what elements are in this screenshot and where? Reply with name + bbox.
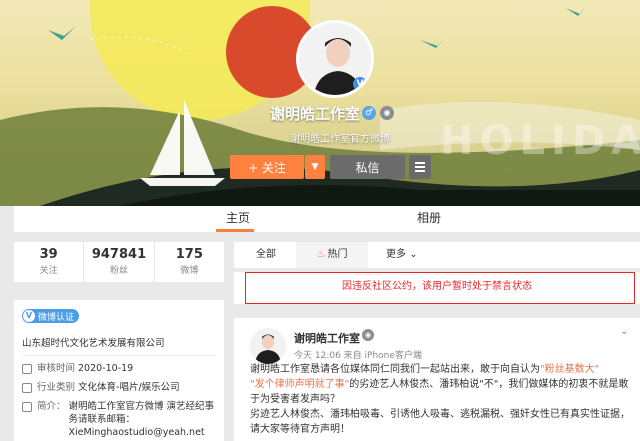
menu-icon xyxy=(415,162,425,164)
post-text-part: 谢明皓工作室恳请各位媒体同仁同我们一起站出来，敢于向自认为 xyxy=(250,364,540,375)
stat-followers[interactable]: 947841 粉丝 xyxy=(83,242,153,282)
highlight-box xyxy=(245,272,635,304)
post-meta[interactable]: 今天 12:06 来自 iPhone客户端 xyxy=(294,348,422,361)
filter-hot[interactable]: ♨ 热门 xyxy=(296,242,368,268)
filter-more-label: 更多 xyxy=(386,249,406,260)
post-highlight-link[interactable]: "发个律师声明就了事" xyxy=(250,379,349,390)
weibo-verified-badge[interactable]: V 微博认证 xyxy=(22,309,80,323)
active-tab-underline xyxy=(216,229,254,232)
filter-hot-label: 热门 xyxy=(327,249,348,260)
verified-icon: V xyxy=(23,310,35,322)
male-gender-icon: ♂ xyxy=(362,106,376,120)
post-author-name[interactable]: 谢明皓工作室 xyxy=(294,330,360,346)
briefcase-icon xyxy=(22,383,32,393)
stat-following[interactable]: 39 关注 xyxy=(14,242,83,282)
follow-button[interactable]: + 关注 xyxy=(230,155,304,179)
company-name: 山东超时代文化艺术发展有限公司 xyxy=(22,335,216,356)
member-icon[interactable]: ◉ xyxy=(380,106,394,120)
review-time-row: 审核时间 2020-10-19 xyxy=(22,362,216,375)
follow-label: + 关注 xyxy=(248,160,286,175)
filter-more[interactable]: 更多 ⌄ xyxy=(386,242,418,268)
profile-stats: 39 关注 947841 粉丝 175 微博 xyxy=(14,242,224,282)
industry-row: 行业类别 文化体育-唱片/娱乐公司 xyxy=(22,381,216,394)
post-text-part: 劣迹艺人林俊杰、潘玮柏吸毒、引诱他人吸毒、逃税漏税、强奸女性已有真实性证据，请大… xyxy=(250,409,630,435)
stat-label: 粉丝 xyxy=(109,266,128,276)
intro-icon xyxy=(22,402,32,412)
industry-value: 文化体育-唱片/娱乐公司 xyxy=(78,382,180,393)
post-text: 谢明皓工作室恳请各位媒体同仁同我们一起站出来，敢于向自认为"粉丝基数大" "发个… xyxy=(250,362,636,437)
profile-avatar[interactable]: V xyxy=(296,20,374,98)
intro-label: 简介： xyxy=(37,401,66,412)
auth-badge-label: 微博认证 xyxy=(38,312,75,323)
chevron-down-icon[interactable]: ⌄ xyxy=(620,326,628,337)
stat-posts[interactable]: 175 微博 xyxy=(153,242,224,282)
post-highlight-link[interactable]: "粉丝基数大" xyxy=(540,364,599,375)
tab-album[interactable]: 相册 xyxy=(417,206,441,232)
chevron-down-icon: ⌄ xyxy=(409,249,418,260)
more-menu-button[interactable] xyxy=(409,155,431,179)
menu-icon-bar xyxy=(415,166,425,168)
feed-filter-bar: 全部 ♨ 热门 更多 ⌄ xyxy=(234,242,640,268)
stat-label: 关注 xyxy=(39,266,58,276)
name-badges: ♂ ◉ xyxy=(362,106,394,120)
feed-post: 谢明皓工作室 ◉ 今天 12:06 来自 iPhone客户端 ⌄ 谢明皓工作室恳… xyxy=(234,318,640,441)
message-button[interactable]: 私信 xyxy=(330,155,405,179)
person-icon xyxy=(250,328,286,364)
review-time-label: 审核时间 xyxy=(37,363,76,374)
intro-row: 简介： 谢明皓工作室官方微博 演艺经纪事务请联系邮箱：XieMinghaostu… xyxy=(22,400,216,439)
intro-value: 谢明皓工作室官方微博 演艺经纪事务请联系邮箱：XieMinghaostudio@… xyxy=(68,401,215,438)
industry-label: 行业类别 xyxy=(37,382,76,393)
member-icon[interactable]: ◉ xyxy=(362,329,374,341)
message-label: 私信 xyxy=(355,160,380,175)
profile-name: 谢明皓工作室 xyxy=(270,105,361,123)
filter-all[interactable]: 全部 xyxy=(256,242,276,268)
profile-info-card: V 微博认证 山东超时代文化艺术发展有限公司 审核时间 2020-10-19 行… xyxy=(14,300,224,441)
post-author-avatar[interactable] xyxy=(250,328,286,364)
menu-icon-bar xyxy=(415,170,425,172)
cover-watermark: HOLIDAY xyxy=(440,118,640,164)
flame-icon: ♨ xyxy=(316,249,326,260)
stat-value: 39 xyxy=(39,247,58,262)
calendar-icon xyxy=(22,364,32,374)
profile-tabbar: 主页 相册 xyxy=(14,206,640,232)
verified-icon: V xyxy=(353,77,367,91)
review-time-value: 2020-10-19 xyxy=(78,363,134,374)
stat-value: 175 xyxy=(175,247,203,262)
profile-subtitle: 谢明皓工作室官方微博 xyxy=(290,134,390,145)
caret-down-icon: ▼ xyxy=(311,162,319,172)
stat-value: 947841 xyxy=(91,247,147,262)
stat-label: 微博 xyxy=(180,266,199,276)
follow-options-button[interactable]: ▼ xyxy=(305,155,325,179)
